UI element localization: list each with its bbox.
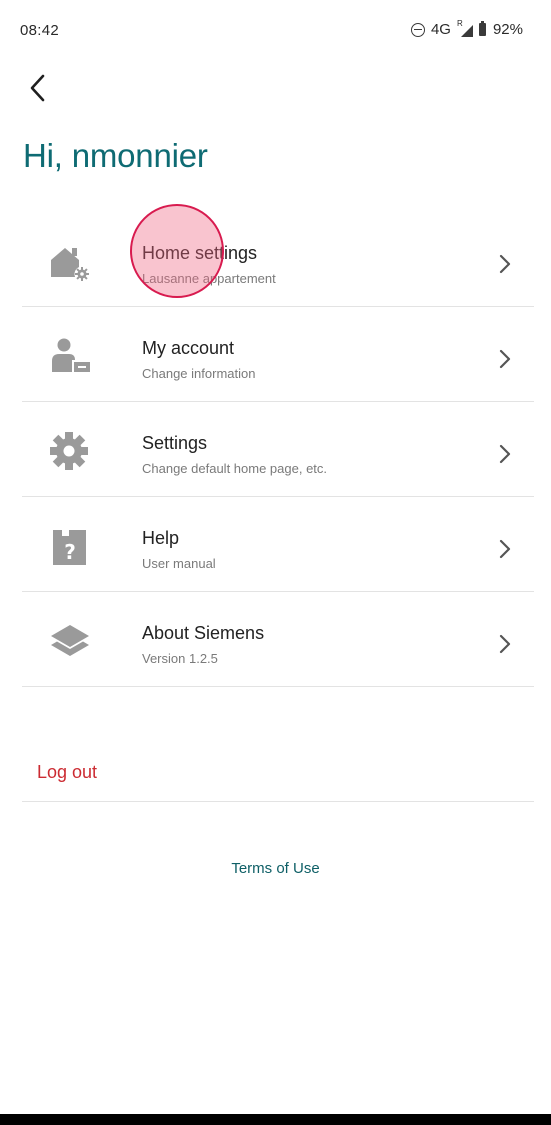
help-book-icon: ?	[48, 525, 94, 571]
chevron-right-icon	[496, 537, 514, 561]
status-bar: 08:42 4G R 92%	[0, 0, 551, 62]
svg-text:?: ?	[64, 540, 76, 564]
user-card-icon	[48, 335, 94, 381]
menu-item-help[interactable]: ? Help User manual	[22, 497, 534, 592]
gear-icon	[48, 430, 94, 476]
layers-icon	[48, 620, 94, 666]
logout-label: Log out	[37, 762, 98, 782]
logout-button[interactable]: Log out	[22, 741, 534, 802]
chevron-right-icon	[496, 252, 514, 276]
menu-item-title: Settings	[142, 433, 208, 453]
menu-item-settings[interactable]: Settings Change default home page, etc.	[22, 402, 534, 497]
home-gear-icon	[48, 240, 94, 286]
do-not-disturb-icon	[410, 22, 425, 37]
terms-of-use-link[interactable]: Terms of Use	[0, 860, 551, 877]
menu-item-subtitle: Change information	[142, 366, 256, 381]
system-navigation-bar	[0, 1114, 551, 1125]
battery-level: 92%	[492, 21, 523, 38]
back-arrow-icon	[30, 74, 45, 102]
menu-item-about[interactable]: About Siemens Version 1.2.5	[22, 592, 534, 687]
menu-item-subtitle: Change default home page, etc.	[142, 461, 328, 476]
menu-item-title: Home settings	[142, 243, 258, 263]
status-icons: 4G R 92%	[410, 19, 523, 38]
menu-item-title: My account	[142, 338, 235, 358]
menu-item-title: About Siemens	[142, 623, 265, 643]
account-menu: Home settings Lausanne appartement My ac…	[22, 212, 534, 687]
chevron-right-icon	[496, 347, 514, 371]
chevron-right-icon	[496, 632, 514, 656]
menu-item-home-settings[interactable]: Home settings Lausanne appartement	[22, 212, 534, 307]
network-type: 4G	[430, 21, 451, 38]
menu-item-subtitle: Lausanne appartement	[142, 271, 276, 286]
menu-item-title: Help	[142, 528, 180, 548]
chevron-right-icon	[496, 442, 514, 466]
page-title: Hi, nmonnier	[23, 137, 208, 174]
back-button[interactable]	[22, 70, 58, 106]
menu-item-subtitle: User manual	[142, 556, 216, 571]
status-time: 08:42	[20, 22, 60, 39]
menu-item-my-account[interactable]: My account Change information	[22, 307, 534, 402]
menu-item-subtitle: Version 1.2.5	[142, 651, 218, 666]
battery-icon	[478, 21, 486, 36]
signal-icon: R	[457, 19, 473, 37]
